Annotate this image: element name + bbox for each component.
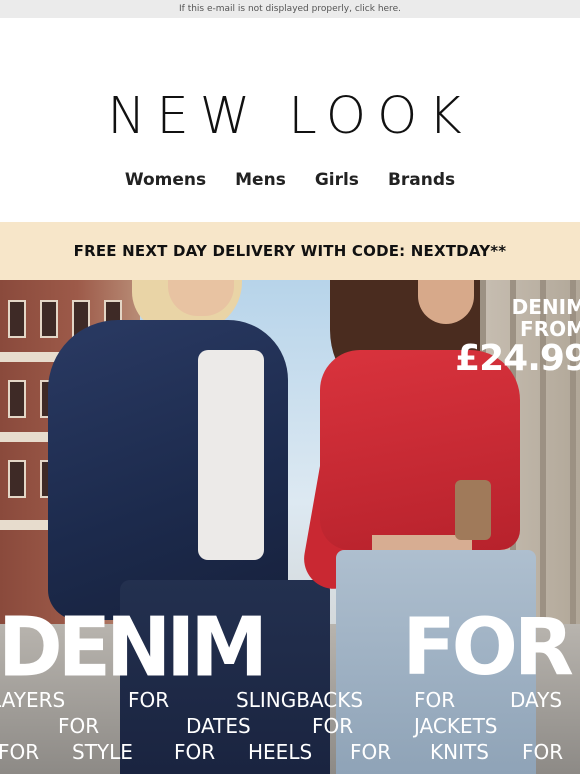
word-row-2: FOR DATES FOR JACKETS [0,714,580,738]
headline-for: FOR [402,603,574,693]
word: FOR [350,740,392,764]
word: FOR [58,714,100,738]
price-heading: DENIM FROM [512,296,580,340]
word-row-1: LAYERS FOR SLINGBACKS FOR DAYS [0,688,580,712]
brand-logo-text: NEW LOOK [107,87,473,146]
preheader-link[interactable]: If this e-mail is not displayed properly… [179,4,401,14]
promo-banner[interactable]: FREE NEXT DAY DELIVERY WITH CODE: NEXTDA… [0,222,580,280]
model-left-tee [198,350,264,560]
price-line1: DENIM [511,295,580,319]
nav-item-girls[interactable]: Girls [315,170,359,190]
word: FOR [414,688,456,712]
nav-item-brands[interactable]: Brands [388,170,455,190]
handbag [455,480,491,540]
word: KNITS [430,740,489,764]
word: STYLE [72,740,133,764]
word: FOR [174,740,216,764]
word: FOR [0,740,40,764]
word: SLINGBACKS [236,688,364,712]
word: FOR [312,714,354,738]
word: DAYS [510,688,563,712]
word: HEELS [248,740,313,764]
nav-item-womens[interactable]: Womens [125,170,206,190]
word: FOR [522,740,564,764]
word-row-3: FOR STYLE FOR HEELS FOR KNITS FOR [0,740,580,764]
preheader[interactable]: If this e-mail is not displayed properly… [0,0,580,18]
price-value: £24.99 [455,338,580,379]
nav-item-mens[interactable]: Mens [235,170,286,190]
price-line2: FROM [520,317,580,341]
word: LAYERS [0,688,66,712]
word: DATES [186,714,251,738]
word: JACKETS [414,714,498,738]
main-nav: Womens Mens Girls Brands [0,170,580,190]
word: FOR [128,688,170,712]
brand-logo[interactable]: NEW LOOK [0,90,580,144]
promo-text: FREE NEXT DAY DELIVERY WITH CODE: NEXTDA… [73,242,507,260]
email-header: NEW LOOK Womens Mens Girls Brands [0,18,580,222]
headline-denim: DENIM [0,600,268,696]
hero-banner[interactable]: DENIM FROM £24.99 DENIM FOR LAYERS FOR S… [0,280,580,774]
